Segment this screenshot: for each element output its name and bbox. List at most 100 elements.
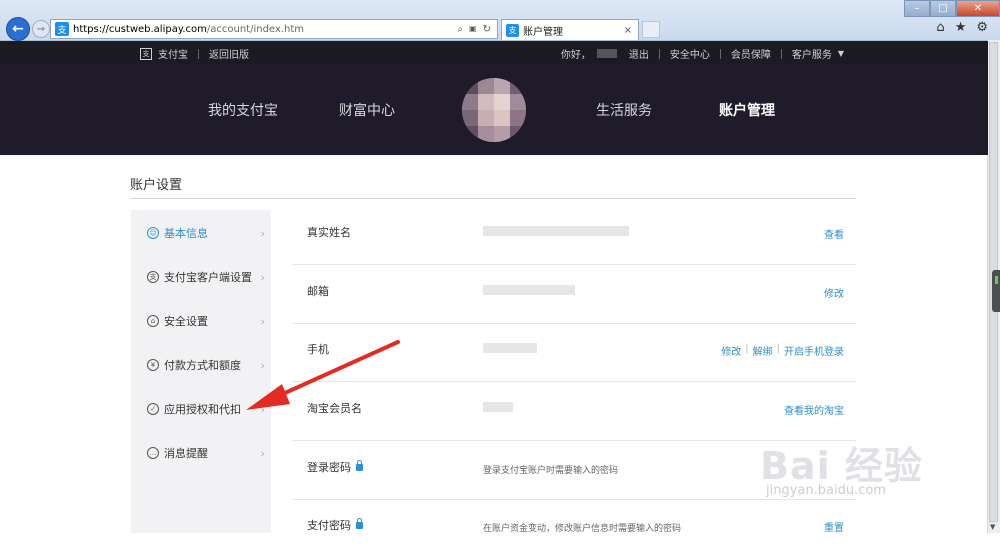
row-actions: 查看: [824, 226, 844, 241]
close-window-button[interactable]: ✕: [956, 0, 1000, 17]
masked-value: [483, 343, 537, 353]
view-my-taobao-link[interactable]: 查看我的淘宝: [784, 402, 844, 417]
arrow-left-icon: ←: [12, 21, 24, 37]
tab-favicon-icon: 支: [506, 23, 519, 37]
message-icon: …: [147, 447, 159, 459]
sidebar-item-payment-methods[interactable]: ¥ 付款方式和额度 ›: [147, 357, 265, 373]
modify-link[interactable]: 修改: [824, 285, 844, 300]
alipay-logo-icon: 支: [140, 47, 152, 60]
minimize-button[interactable]: –: [904, 0, 930, 17]
logout-link[interactable]: 退出: [629, 46, 649, 61]
view-link[interactable]: 查看: [824, 226, 844, 241]
row-label-text: 支付密码: [307, 519, 351, 532]
forward-button[interactable]: →: [32, 20, 50, 38]
lock-icon: ⌂: [147, 315, 159, 327]
lock-icon: [356, 459, 363, 471]
row-label: 手机: [307, 341, 329, 357]
modify-link[interactable]: 修改: [721, 343, 741, 358]
home-icon[interactable]: ⌂: [936, 20, 944, 35]
main-nav: 我的支付宝 财富中心 生活服务 账户管理: [0, 64, 988, 155]
url-scheme: https://: [73, 23, 109, 35]
sidebar-item-app-authorization[interactable]: ✓ 应用授权和代扣 ›: [147, 401, 265, 417]
refresh-icon[interactable]: ↻: [483, 24, 491, 35]
row-actions: 查看我的淘宝: [784, 402, 844, 417]
scroll-down-icon[interactable]: ▼: [990, 523, 995, 531]
maximize-button[interactable]: □: [930, 0, 956, 17]
chevron-right-icon: ›: [260, 270, 265, 284]
sidebar-item-label: 付款方式和额度: [164, 359, 241, 372]
favorites-star-icon[interactable]: ★: [955, 20, 967, 35]
lock-icon: [356, 517, 363, 529]
url-domain: custweb.alipay.com: [108, 23, 207, 35]
browser-toolbar: ← → 支 https://custweb.alipay.com/account…: [0, 0, 1000, 41]
old-version-link[interactable]: 返回旧版: [209, 46, 249, 61]
sidebar-item-label: 安全设置: [164, 315, 208, 328]
user-icon: ☺: [147, 227, 159, 239]
nav-my-alipay[interactable]: 我的支付宝: [208, 100, 278, 120]
row-real-name: 真实姓名 查看: [292, 206, 856, 265]
site-favicon-icon: 支: [55, 22, 69, 36]
enable-phone-login-link[interactable]: 开启手机登录: [784, 343, 844, 358]
row-actions: 修改: [824, 285, 844, 300]
row-label-text: 淘宝会员名: [307, 402, 362, 415]
browser-tab[interactable]: 支 账户管理 ×: [501, 19, 639, 40]
yen-icon: ¥: [147, 359, 159, 371]
row-actions: 重置: [824, 519, 844, 534]
page-title: 账户设置: [130, 178, 183, 193]
customer-service-menu[interactable]: 客户服务: [792, 46, 832, 61]
row-label-text: 邮箱: [307, 285, 329, 298]
nav-account-management[interactable]: 账户管理: [719, 100, 775, 120]
sidebar-item-label: 支付宝客户端设置: [164, 271, 252, 284]
sidebar-item-basic-info[interactable]: ☺ 基本信息 ›: [147, 225, 265, 241]
nav-wealth-center[interactable]: 财富中心: [339, 100, 395, 120]
tab-title: 账户管理: [523, 26, 563, 38]
side-widget[interactable]: [992, 270, 1000, 312]
avatar[interactable]: [462, 78, 526, 142]
search-icon[interactable]: ⌕: [457, 24, 463, 35]
url-path: /account/index.htm: [206, 23, 304, 35]
chevron-right-icon: ›: [260, 446, 265, 460]
reset-payment-password-link[interactable]: 重置: [824, 519, 844, 534]
chevron-right-icon: ›: [260, 358, 265, 372]
check-icon: ✓: [147, 403, 159, 415]
chevron-right-icon: ›: [260, 314, 265, 328]
username-masked: [596, 49, 617, 58]
close-tab-icon[interactable]: ×: [624, 25, 632, 36]
row-hint: 登录支付宝账户时需要输入的密码: [483, 466, 619, 476]
sidebar-item-notifications[interactable]: … 消息提醒 ›: [147, 445, 265, 461]
nav-life-services[interactable]: 生活服务: [596, 100, 652, 120]
row-phone: 手机 修改 | 解绑 | 开启手机登录: [292, 323, 856, 382]
row-label: 登录密码: [307, 459, 363, 475]
gear-icon[interactable]: ⚙: [976, 20, 988, 35]
arrow-right-icon: →: [36, 23, 46, 35]
masked-value: [483, 402, 513, 412]
masked-value: [483, 285, 575, 295]
chevron-right-icon: ›: [260, 402, 265, 416]
sidebar-item-security[interactable]: ⌂ 安全设置 ›: [147, 313, 265, 329]
row-actions: 修改 | 解绑 | 开启手机登录: [721, 343, 844, 358]
security-center-link[interactable]: 安全中心: [670, 46, 710, 61]
address-bar[interactable]: 支 https://custweb.alipay.com/account/ind…: [50, 19, 498, 39]
url-text[interactable]: https://custweb.alipay.com/account/index…: [73, 24, 457, 35]
lock-icon: ▣: [469, 23, 477, 33]
watermark-line2: jingyan.baidu.com: [766, 483, 886, 498]
row-label-text: 真实姓名: [307, 226, 351, 239]
back-button[interactable]: ←: [6, 17, 30, 41]
chevron-right-icon: ›: [260, 226, 265, 240]
sidebar-item-client-settings[interactable]: 支 支付宝客户端设置 ›: [147, 269, 265, 285]
row-email: 邮箱 修改: [292, 265, 856, 324]
client-icon: 支: [147, 271, 159, 283]
member-protection-link[interactable]: 会员保障: [731, 46, 771, 61]
sidebar-item-label: 基本信息: [164, 227, 208, 240]
watermark-line1: Bai 经验: [760, 444, 923, 488]
brand-link[interactable]: 支付宝: [158, 46, 188, 61]
row-label: 支付密码: [307, 517, 363, 533]
new-tab-button[interactable]: [642, 21, 660, 38]
caret-down-icon: ▼: [837, 49, 844, 58]
unbind-link[interactable]: 解绑: [753, 343, 773, 358]
row-label-text: 手机: [307, 343, 329, 356]
masked-value: [483, 226, 629, 236]
row-label: 真实姓名: [307, 224, 351, 240]
row-hint: 在账户资金变动，修改账户信息时需要输入的密码: [483, 524, 682, 534]
row-label-text: 登录密码: [307, 461, 351, 474]
